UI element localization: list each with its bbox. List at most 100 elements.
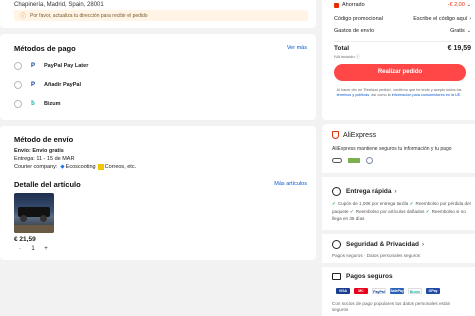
legal-text: Al hacer clic en 'Realizar pedido', conf… bbox=[336, 88, 462, 97]
check-icon: ✓ bbox=[349, 208, 354, 214]
payment-option-paypal-later[interactable]: P PayPal Pay Later bbox=[14, 62, 88, 70]
order-summary: Ahorrado -€ 2,00 ⌄ Código promocional Esc… bbox=[322, 0, 475, 120]
total-row: Total € 19,59 bbox=[334, 45, 471, 52]
shipping-label: Envío: bbox=[14, 148, 31, 154]
decrement-button[interactable]: - bbox=[14, 246, 26, 252]
product-image[interactable] bbox=[14, 193, 54, 233]
increment-button[interactable]: + bbox=[40, 246, 52, 252]
courier-label: Courier company: bbox=[14, 164, 58, 170]
courier-c: , etc. bbox=[124, 164, 137, 170]
card-icon bbox=[332, 273, 341, 280]
shipping-cost-label: Gastos de envío bbox=[334, 28, 375, 34]
chevron-right-icon: › bbox=[421, 241, 424, 248]
promo-label: Código promocional bbox=[334, 16, 383, 22]
vat-note: IVA incluido ⓘ bbox=[334, 54, 360, 59]
promo-row[interactable]: Código promocional Escribe el código aqu… bbox=[334, 16, 471, 22]
bizum-icon: ƀ bbox=[31, 101, 35, 107]
info-icon: ⓘ bbox=[355, 54, 360, 59]
address-warning[interactable]: ⓘ Por favor, actualiza tu dirección para… bbox=[14, 10, 308, 21]
address-card: Chapinería, Madrid, Spain, 28001 ⓘ Por f… bbox=[0, 0, 316, 28]
eu-info-link[interactable]: información para consumidores en la UE bbox=[392, 93, 461, 97]
divider bbox=[334, 41, 471, 42]
radio-button[interactable] bbox=[14, 81, 22, 89]
courier-a: Ecoscooting bbox=[65, 164, 96, 170]
saved-value: -€ 2,00 bbox=[447, 2, 465, 8]
info-icon: ⓘ bbox=[20, 14, 27, 20]
shipping-cost-value: Gratis bbox=[450, 28, 465, 34]
cert-badges bbox=[332, 157, 373, 164]
visa-icon: VISA bbox=[336, 288, 350, 294]
badge-icon bbox=[332, 158, 342, 163]
secure-payments-header: Pagos seguros bbox=[332, 273, 393, 280]
shipping-line1: Envío: Envío gratis bbox=[14, 148, 64, 154]
bizum-icon: Bizum bbox=[408, 288, 422, 294]
trust-tagline: AliExpress mantiene seguros tu informaci… bbox=[332, 146, 452, 152]
radio-button[interactable] bbox=[14, 100, 22, 108]
courier-b: Correos bbox=[104, 164, 125, 170]
safepay-icon: SafePay bbox=[390, 288, 404, 294]
shipping-title: Método de envío bbox=[14, 135, 74, 144]
promo-input[interactable]: Escribe el código aquí bbox=[413, 16, 467, 22]
saved-label: Ahorrado bbox=[342, 2, 365, 8]
payment-logos: VISA MC PayPal SafePay Bizum GPay bbox=[336, 288, 444, 294]
brand-name: AliExpress bbox=[343, 131, 377, 139]
payments-text: Con socios de pago populares tus datos p… bbox=[332, 301, 451, 312]
item-price: € 21,59 bbox=[14, 236, 36, 243]
security-title: Seguridad & Privacidad bbox=[346, 241, 419, 248]
saved-row: Ahorrado -€ 2,00 ⌄ bbox=[334, 2, 471, 8]
total-label: Total bbox=[334, 45, 350, 52]
payment-option-bizum[interactable]: ƀ Bizum bbox=[14, 100, 61, 108]
payment-option-add-paypal[interactable]: P Añadir PayPal bbox=[14, 81, 81, 89]
address-text: Chapinería, Madrid, Spain, 28001 bbox=[14, 2, 104, 8]
payment-more-link[interactable]: Ver más bbox=[287, 45, 307, 51]
check-icon: ✓ bbox=[409, 201, 414, 206]
trust-card: AliExpress AliExpress mantiene seguros t… bbox=[322, 124, 475, 316]
delivery-date: Entrega: 11 - 15 de MAR bbox=[14, 156, 75, 162]
fast-delivery-title: Entrega rápida bbox=[346, 188, 392, 195]
item-more-link[interactable]: Más artículos bbox=[274, 181, 307, 187]
chevron-right-icon: › bbox=[394, 188, 397, 195]
chevron-down-icon[interactable]: ⌄ bbox=[467, 2, 471, 8]
payment-option-label: Añadir PayPal bbox=[44, 82, 81, 88]
check-icon: ✓ bbox=[425, 208, 430, 214]
chevron-down-icon[interactable]: ⌄ bbox=[467, 28, 471, 34]
paypal-icon: PayPal bbox=[372, 288, 386, 294]
divider bbox=[322, 263, 475, 267]
security-sub: Pagos seguros · Datos personales seguros bbox=[332, 253, 421, 258]
aliexpress-brand: AliExpress bbox=[332, 131, 376, 139]
address-warning-text: Por favor, actualiza tu dirección para r… bbox=[30, 12, 148, 19]
radio-button[interactable] bbox=[14, 62, 22, 70]
chevron-right-icon: › bbox=[469, 16, 471, 22]
gpay-icon: GPay bbox=[426, 288, 440, 294]
courier-line: Courier company: ◆ Ecoscooting Correos ,… bbox=[14, 164, 136, 170]
divider bbox=[322, 230, 475, 234]
payment-option-label: Bizum bbox=[44, 101, 61, 107]
payment-option-label: PayPal Pay Later bbox=[44, 63, 89, 69]
secure-payments-title: Pagos seguros bbox=[346, 273, 393, 280]
shipping-value: Envío gratis bbox=[32, 148, 64, 154]
paypal-icon: P bbox=[30, 82, 35, 88]
fast-delivery-header[interactable]: Entrega rápida › bbox=[332, 187, 397, 196]
payment-card: Métodos de pago Ver más P PayPal Pay Lat… bbox=[0, 34, 316, 120]
security-header[interactable]: Seguridad & Privacidad › bbox=[332, 240, 424, 249]
shipping-card: Método de envío Envío: Envío gratis Entr… bbox=[0, 126, 316, 260]
badge-icon bbox=[348, 158, 360, 163]
lock-icon bbox=[332, 240, 341, 249]
item-title: Detalle del artículo bbox=[14, 180, 81, 189]
divider bbox=[322, 173, 475, 177]
payment-title: Métodos de pago bbox=[14, 44, 76, 53]
shipping-cost-row: Gastos de envío Gratis ⌄ bbox=[334, 28, 471, 34]
place-order-button[interactable]: Realizar pedido bbox=[334, 64, 466, 81]
terms-link[interactable]: términos y políticas bbox=[337, 93, 370, 97]
truck-icon bbox=[332, 187, 341, 196]
shield-icon bbox=[332, 131, 339, 139]
fast-delivery-list: ✓ Cupón de 1,00€ por entrega tardía ✓ Reem… bbox=[332, 201, 471, 221]
quantity-value[interactable]: 1 bbox=[26, 246, 40, 252]
check-icon: ✓ bbox=[332, 201, 336, 206]
paypal-icon: P bbox=[30, 63, 35, 69]
saved-icon bbox=[334, 2, 339, 8]
quantity-stepper: - 1 + bbox=[14, 246, 52, 252]
badge-icon bbox=[366, 157, 373, 164]
ecoscooting-icon: ◆ bbox=[60, 164, 65, 170]
mastercard-icon: MC bbox=[354, 288, 368, 294]
